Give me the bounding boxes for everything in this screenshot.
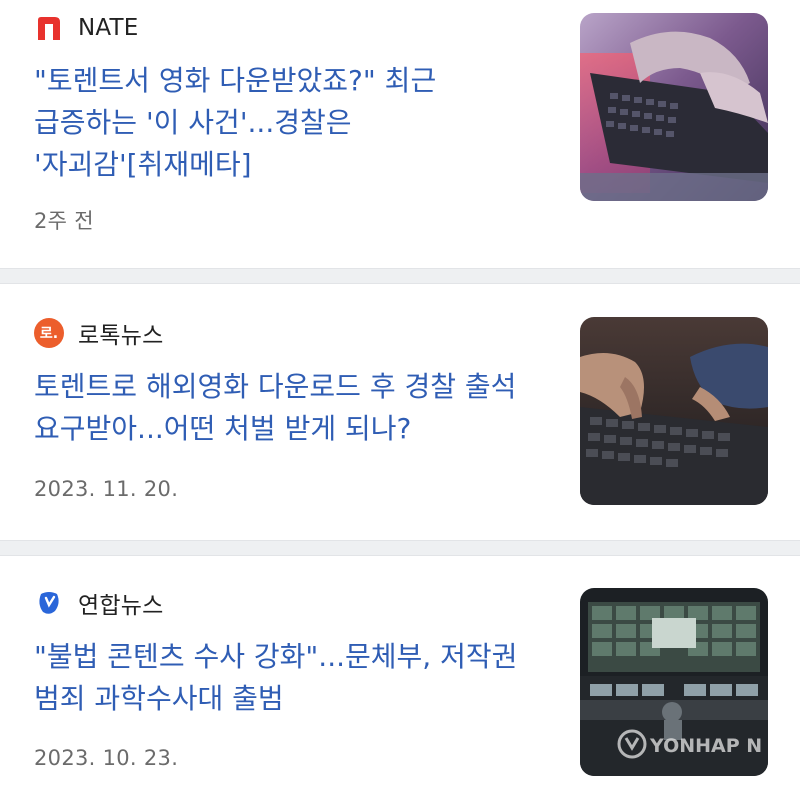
- news-feed: NATE "토렌트서 영화 다운받았죠?" 최근 급증하는 '이 사건'...경…: [0, 0, 800, 787]
- news-card[interactable]: 로. 로톡뉴스 토렌트로 해외영화 다운로드 후 경찰 출석 요구받아...어떤…: [0, 284, 800, 540]
- card-separator: [0, 540, 800, 556]
- publish-date: 2023. 10. 23.: [34, 746, 179, 770]
- news-source: 연합뉴스: [34, 586, 163, 620]
- source-name: NATE: [78, 15, 139, 41]
- typing-on-laptop-thumbnail[interactable]: [580, 317, 768, 505]
- control-room-thumbnail[interactable]: YONHAP N: [580, 588, 768, 776]
- headline-link[interactable]: "불법 콘텐츠 수사 강화"...문체부, 저작권 범죄 과학수사대 출범: [34, 636, 548, 720]
- news-source: NATE: [34, 11, 139, 45]
- lawtalk-news-logo-icon: 로.: [34, 318, 64, 348]
- publish-date: 2주 전: [34, 209, 94, 233]
- headline-link[interactable]: "토렌트서 영화 다운받았죠?" 최근 급증하는 '이 사건'...경찰은 '자…: [34, 60, 548, 186]
- nate-logo-icon: [34, 13, 64, 43]
- yonhap-watermark: YONHAP N: [649, 735, 762, 757]
- laptop-keyboard-thumbnail[interactable]: [580, 13, 768, 201]
- news-source: 로. 로톡뉴스: [34, 316, 163, 350]
- headline-link[interactable]: 토렌트로 해외영화 다운로드 후 경찰 출석 요구받아...어떤 처벌 받게 되…: [34, 366, 548, 450]
- source-name: 로톡뉴스: [78, 323, 164, 349]
- news-card[interactable]: NATE "토렌트서 영화 다운받았죠?" 최근 급증하는 '이 사건'...경…: [0, 0, 800, 268]
- news-card[interactable]: 연합뉴스 "불법 콘텐츠 수사 강화"...문체부, 저작권 범죄 과학수사대 …: [0, 556, 800, 787]
- card-separator: [0, 268, 800, 284]
- yonhap-news-logo-icon: [34, 588, 64, 618]
- publish-date: 2023. 11. 20.: [34, 477, 179, 501]
- source-name: 연합뉴스: [78, 593, 164, 619]
